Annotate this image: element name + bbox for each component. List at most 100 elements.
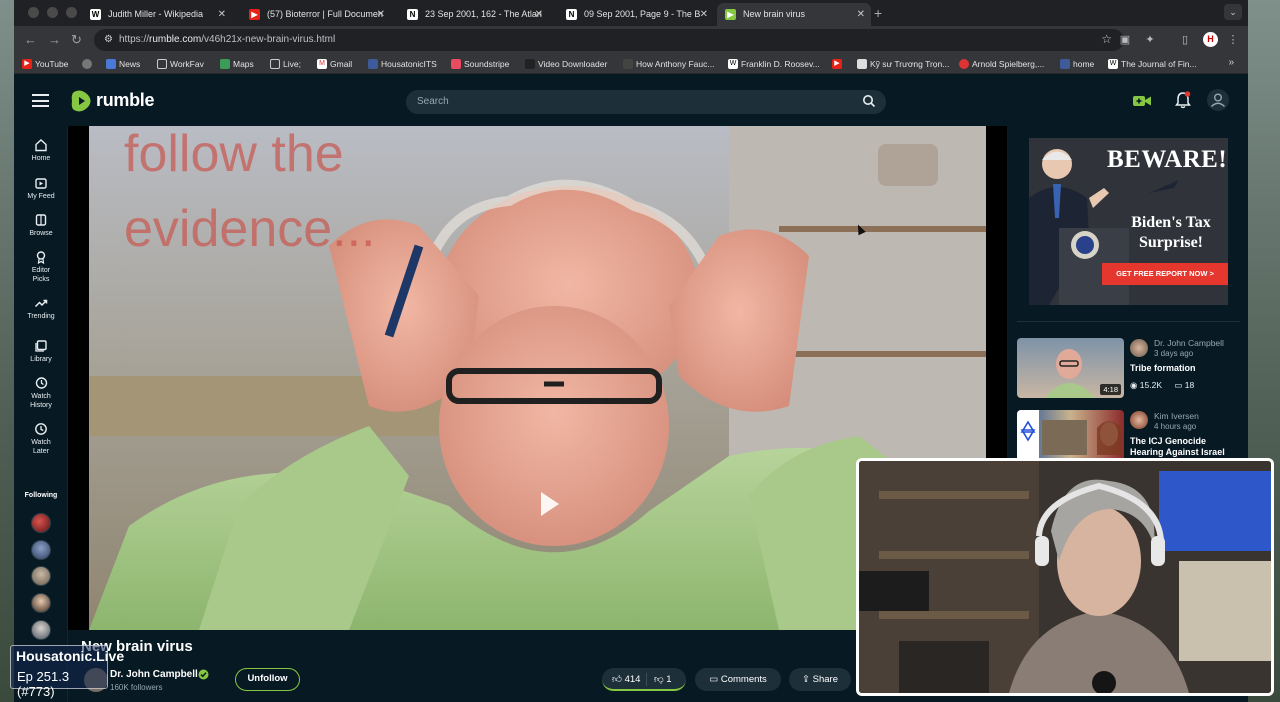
user-avatar[interactable]: [1207, 89, 1229, 111]
search-input[interactable]: Search: [406, 90, 886, 114]
forward-icon[interactable]: →: [48, 32, 61, 48]
tab-search-icon[interactable]: ⌄: [1224, 4, 1242, 20]
close-tab-icon[interactable]: ✕: [535, 3, 543, 26]
tab-new-brain-virus[interactable]: ▶ New brain virus ✕: [717, 3, 871, 26]
related-channel-name[interactable]: Kim Iversen: [1154, 411, 1199, 421]
user-icon: [1211, 93, 1225, 108]
bookmark-home[interactable]: home: [1060, 57, 1094, 71]
tab-bioterror[interactable]: ▶ (57) Bioterror | Full Documen ✕: [241, 3, 391, 26]
nav-watch-history[interactable]: Watch History: [14, 376, 68, 410]
library-icon: [35, 340, 47, 352]
close-tab-icon[interactable]: ✕: [218, 3, 226, 26]
related-upload-time: 4 hours ago: [1154, 422, 1197, 431]
new-tab-icon[interactable]: +: [874, 3, 882, 23]
address-bar[interactable]: ⚙ https://rumble.com/v46h21x-new-brain-v…: [94, 29, 1124, 51]
close-tab-icon[interactable]: ✕: [857, 3, 865, 26]
nav-home[interactable]: Home: [14, 138, 68, 164]
bookmark-roosevelt[interactable]: W Franklin D. Roosev...: [728, 57, 820, 71]
thumbs-down-icon: 👎︎: [654, 674, 667, 685]
nav-library[interactable]: Library: [14, 339, 68, 365]
video-duration: 4:18: [1100, 384, 1121, 395]
menu-icon[interactable]: [32, 94, 49, 107]
thumbs-up-icon: 👍︎: [612, 674, 625, 685]
share-button[interactable]: ⇪ Share: [789, 668, 851, 691]
webcam-overlay: [856, 458, 1274, 696]
following-heading: Following: [24, 492, 58, 499]
nav-browse[interactable]: Browse: [14, 213, 68, 239]
window-controls[interactable]: [28, 7, 77, 18]
downloader-icon: [525, 59, 535, 69]
more-bookmarks-icon[interactable]: »: [1228, 57, 1234, 68]
channel-name[interactable]: Dr. John Campbell: [110, 669, 198, 680]
maps-icon: [220, 59, 230, 69]
bookmark-fauci[interactable]: How Anthony Fauc...: [623, 57, 714, 71]
brand-name: Housatonic.Live: [16, 648, 125, 664]
video-player[interactable]: follow the evidence...: [89, 126, 986, 630]
downvote-button[interactable]: 👎︎ 1: [654, 673, 672, 685]
tab-judith-miller[interactable]: W Judith Miller - Wikipedia ✕: [82, 3, 232, 26]
extension-icon[interactable]: ▣: [1118, 33, 1132, 47]
nav-my-feed[interactable]: My Feed: [14, 176, 68, 202]
bookmark-youtube[interactable]: ▶ YouTube: [22, 57, 68, 71]
site-info-icon[interactable]: ⚙: [104, 34, 113, 45]
nav-trending[interactable]: Trending: [14, 296, 68, 322]
nav-editor-picks[interactable]: Editor Picks: [14, 250, 68, 284]
notifications-bell-icon[interactable]: [1175, 91, 1191, 109]
nav-watch-later[interactable]: Watch Later: [14, 422, 68, 456]
bookmark-news[interactable]: News: [106, 57, 140, 71]
tab-title: New brain virus: [743, 9, 806, 19]
upvote-button[interactable]: 👍︎ 414: [612, 673, 640, 685]
following-avatar[interactable]: [31, 566, 51, 586]
browse-icon: [35, 214, 47, 226]
related-video-thumbnail[interactable]: 4:18: [1017, 338, 1124, 398]
bookmark-spielberg[interactable]: Arnold Spielberg,...: [959, 57, 1044, 71]
sidebar-ad[interactable]: BEWARE! Biden's Tax Surprise! GET FREE R…: [1029, 138, 1228, 305]
bookmark-live[interactable]: Live;: [270, 57, 301, 71]
channel-avatar[interactable]: [1130, 411, 1148, 429]
newspapers-icon: N: [566, 9, 577, 20]
bookmark-gmail[interactable]: M Gmail: [317, 57, 352, 71]
side-panel-icon[interactable]: ▯: [1178, 33, 1192, 47]
reload-icon[interactable]: ↻: [71, 32, 82, 48]
close-window-button[interactable]: [28, 7, 39, 18]
following-avatar[interactable]: [31, 540, 51, 560]
channel-avatar[interactable]: [1130, 339, 1148, 357]
tab-title: (57) Bioterror | Full Documen: [267, 9, 383, 19]
bookmark-video-downloader[interactable]: Video Downloader: [525, 57, 607, 71]
search-icon[interactable]: [862, 94, 876, 108]
bookmark-workfav[interactable]: WorkFav: [157, 57, 204, 71]
unfollow-button[interactable]: Unfollow: [235, 668, 300, 691]
following-avatar[interactable]: [31, 593, 51, 613]
back-icon[interactable]: ←: [24, 32, 37, 48]
close-tab-icon[interactable]: ✕: [377, 3, 385, 26]
tab-sep-2001[interactable]: N 09 Sep 2001, Page 9 - The B ✕: [558, 3, 714, 26]
ad-cta-button[interactable]: GET FREE REPORT NOW >: [1102, 263, 1228, 285]
browser-toolbar: ← → ↻ ⚙ https://rumble.com/v46h21x-new-b…: [14, 26, 1248, 54]
frame-text-line2: evidence...: [124, 200, 376, 258]
bookmark-ky-su[interactable]: Kỹ sư Trương Trọn...: [857, 57, 949, 71]
following-avatar[interactable]: [31, 513, 51, 533]
bookmark-star-icon[interactable]: ☆: [1101, 32, 1112, 46]
profile-avatar[interactable]: H: [1203, 32, 1218, 47]
more-menu-icon[interactable]: ⋮: [1226, 33, 1240, 47]
zoom-window-button[interactable]: [66, 7, 77, 18]
bookmark-journal[interactable]: W The Journal of Fin...: [1108, 57, 1197, 71]
rumble-icon: ▶: [725, 9, 736, 20]
following-avatar[interactable]: [31, 620, 51, 640]
minimize-window-button[interactable]: [47, 7, 58, 18]
bookmark-housatonicits[interactable]: HousatonicITS: [368, 57, 437, 71]
share-icon: ⇪: [802, 674, 813, 685]
bookmarks-bar: ▶ YouTube News WorkFav Maps Live; M Gmail …: [14, 54, 1248, 74]
tab-atlanta[interactable]: N 23 Sep 2001, 162 - The Atlan ✕: [399, 3, 549, 26]
folder-icon: [157, 59, 167, 69]
bookmark-maps[interactable]: Maps: [220, 57, 254, 71]
upload-video-icon[interactable]: [1132, 93, 1152, 109]
close-tab-icon[interactable]: ✕: [700, 3, 708, 26]
player-letterbox-left: [68, 126, 89, 630]
related-channel-name[interactable]: Dr. John Campbell: [1154, 338, 1224, 348]
related-video-title[interactable]: Tribe formation: [1130, 363, 1242, 374]
comments-button[interactable]: ▭ Comments: [695, 668, 781, 691]
play-icon[interactable]: [541, 492, 559, 516]
bookmark-soundstripe[interactable]: Soundstripe: [451, 57, 509, 71]
puzzle-icon[interactable]: ✦: [1143, 33, 1157, 47]
